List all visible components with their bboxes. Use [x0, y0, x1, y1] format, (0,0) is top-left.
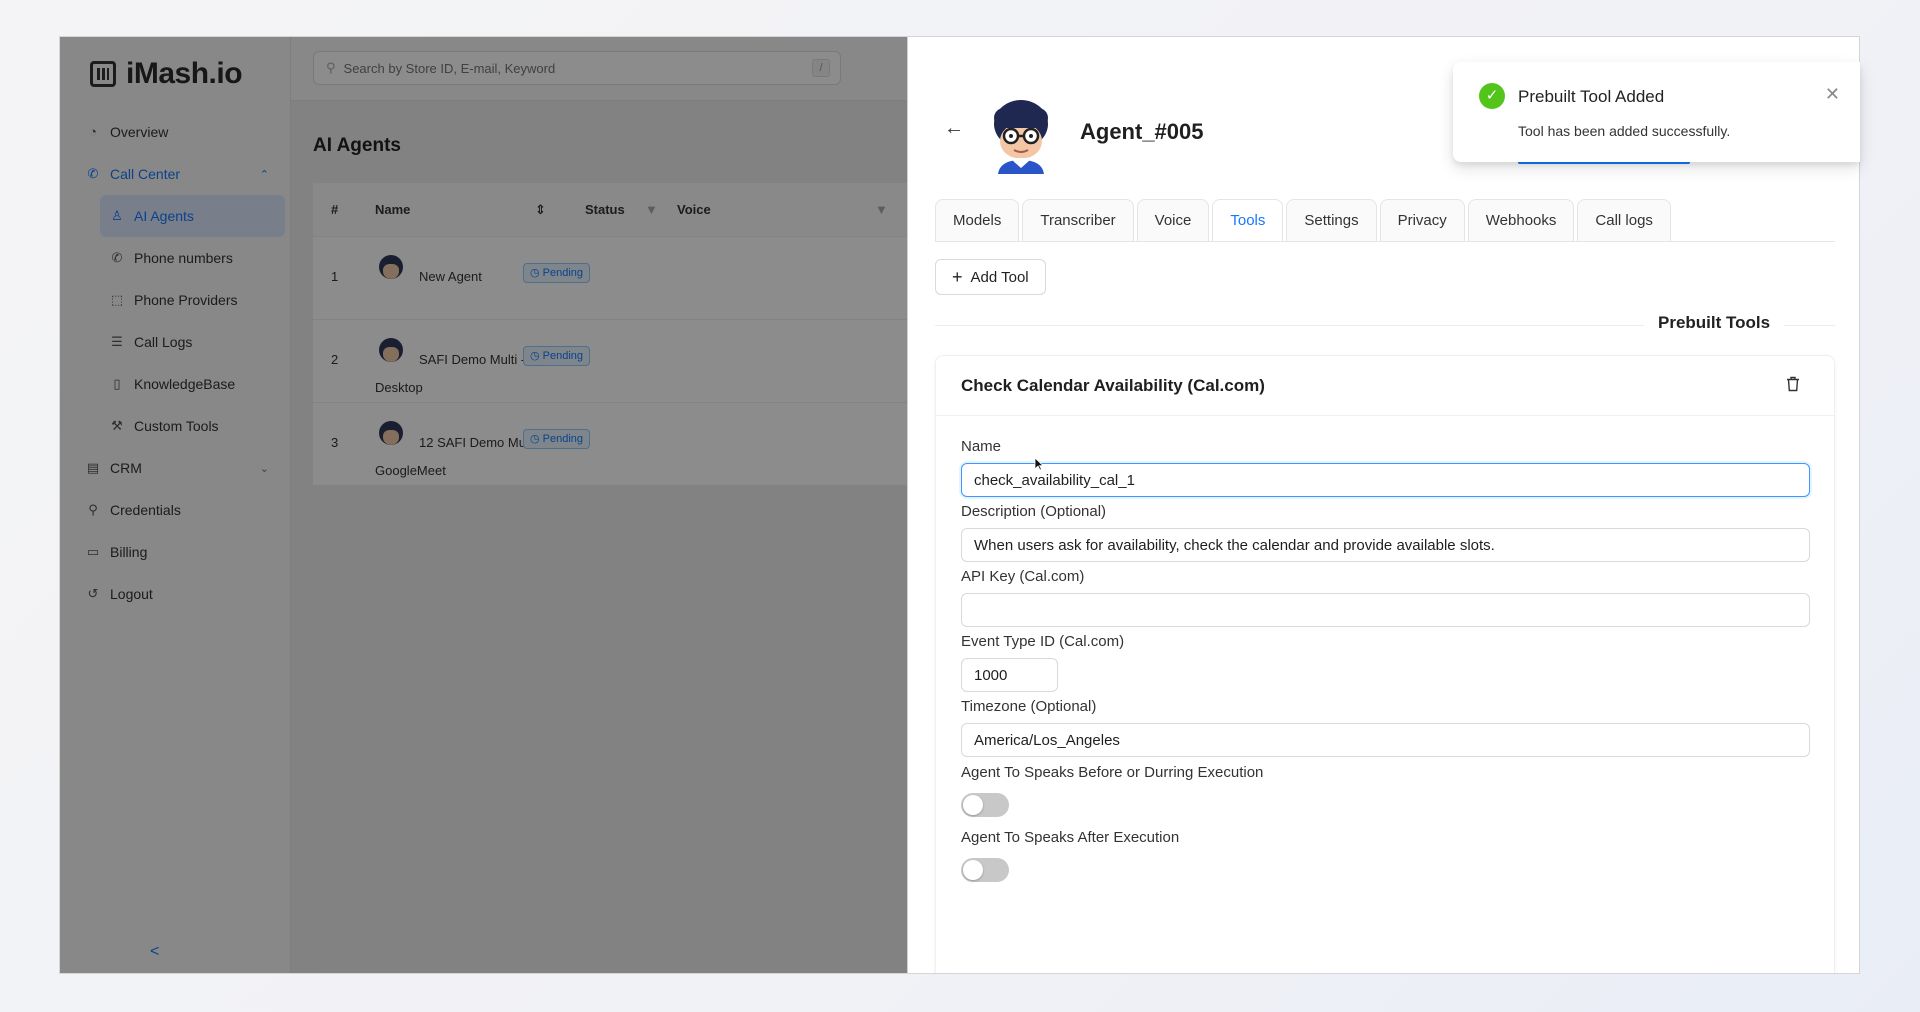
check-circle-icon: ✓	[1479, 83, 1505, 109]
plus-icon: +	[952, 267, 963, 287]
name-input[interactable]	[961, 463, 1810, 497]
api-key-input[interactable]	[961, 593, 1810, 627]
tab-underline	[935, 241, 1835, 242]
add-tool-button[interactable]: + Add Tool	[935, 259, 1046, 295]
back-arrow-icon[interactable]: ←	[944, 117, 964, 140]
agent-drawer: ← Agent_#005 Models Transcriber Voice To…	[907, 37, 1859, 973]
close-icon[interactable]: ✕	[1825, 84, 1840, 105]
tool-card-header: Check Calendar Availability (Cal.com)	[936, 356, 1834, 416]
tab-privacy[interactable]: Privacy	[1379, 199, 1465, 241]
tab-models[interactable]: Models	[935, 199, 1020, 241]
speak-after-toggle[interactable]	[961, 858, 1009, 882]
api-key-label: API Key (Cal.com)	[961, 568, 1085, 585]
tab-webhooks[interactable]: Webhooks	[1467, 199, 1575, 241]
drawer-mask[interactable]	[60, 37, 907, 973]
name-label: Name	[961, 438, 1002, 455]
tab-settings[interactable]: Settings	[1286, 199, 1377, 241]
browser-frame: iMash.io ◔ Overview ✆ Call Center ⌃ ♙ AI…	[59, 36, 1860, 974]
speak-before-label: Agent To Speaks Before or Durring Execut…	[961, 764, 1264, 781]
tool-card-title: Check Calendar Availability (Cal.com)	[961, 376, 1265, 395]
event-type-label: Event Type ID (Cal.com)	[961, 633, 1125, 650]
notification-title: Prebuilt Tool Added	[1518, 87, 1665, 106]
tab-call-logs[interactable]: Call logs	[1577, 199, 1671, 241]
section-label: Prebuilt Tools	[1644, 313, 1785, 333]
agent-title: Agent_#005	[1080, 119, 1204, 144]
tab-voice[interactable]: Voice	[1136, 199, 1210, 241]
description-input[interactable]	[961, 528, 1810, 562]
tab-tools[interactable]: Tools	[1212, 199, 1284, 241]
speak-after-label: Agent To Speaks After Execution	[961, 829, 1180, 846]
notification-message: Tool has been added successfully.	[1518, 123, 1731, 139]
app-background: iMash.io ◔ Overview ✆ Call Center ⌃ ♙ AI…	[60, 37, 907, 973]
tab-bar: Models Transcriber Voice Tools Settings …	[935, 199, 1671, 241]
success-notification: ✓ Prebuilt Tool Added Tool has been adde…	[1453, 62, 1860, 162]
description-label: Description (Optional)	[961, 503, 1107, 520]
agent-avatar	[994, 100, 1048, 174]
tab-transcriber[interactable]: Transcriber	[1022, 199, 1134, 241]
tool-card: Check Calendar Availability (Cal.com) Na…	[935, 355, 1835, 973]
add-tool-label: Add Tool	[970, 268, 1029, 286]
speak-before-toggle[interactable]	[961, 793, 1009, 817]
mouse-cursor-icon	[1034, 457, 1044, 471]
event-type-input[interactable]	[961, 658, 1058, 692]
trash-icon[interactable]	[1786, 376, 1800, 392]
timezone-label: Timezone (Optional)	[961, 698, 1097, 715]
timezone-input[interactable]	[961, 723, 1810, 757]
